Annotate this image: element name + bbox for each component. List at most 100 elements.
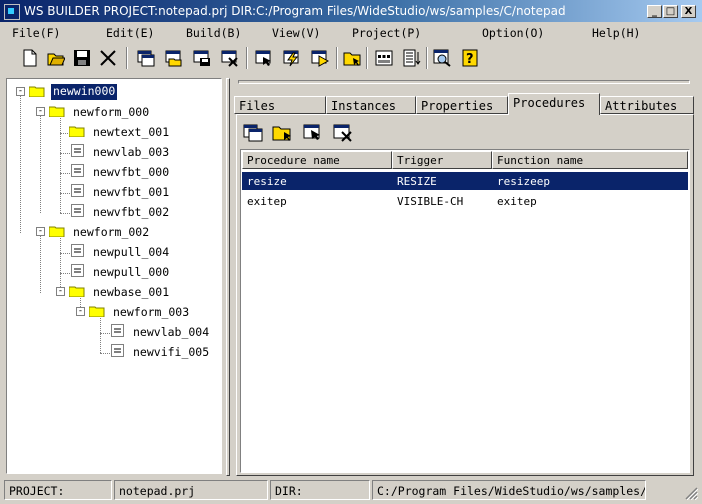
tree-connector [60,173,70,174]
column-header-procedure-name[interactable]: Procedure name [242,151,392,169]
widget-file-icon [71,264,84,277]
folder-icon [49,226,65,237]
menu-option[interactable]: Option(O) [482,26,544,40]
toolbar-separator [426,47,428,69]
tree-collapse-toggle[interactable]: - [36,107,45,116]
folder-icon [69,286,85,297]
tree-collapse-toggle[interactable]: - [16,87,25,96]
run-icon[interactable] [308,46,332,70]
toolbar-separator [126,47,128,69]
column-header-trigger[interactable]: Trigger [392,151,492,169]
tree-connector [60,273,70,274]
tree-connector [60,253,70,254]
function-name-cell: resizeep [497,175,550,188]
tree-node-label: newform_000 [73,105,150,119]
tree-connector [60,193,70,194]
edit-procedure-icon[interactable] [302,122,326,144]
folder-icon [49,106,65,117]
save-window-icon[interactable] [190,46,214,70]
tree-collapse-toggle[interactable]: - [56,287,65,296]
tree-connector [100,333,110,334]
tree-node-label: newvlab_003 [93,145,170,159]
folder-icon [89,306,105,317]
menu-file[interactable]: File(F) [12,26,60,40]
window-title: WS BUILDER PROJECT:notepad.prj DIR:C:/Pr… [24,4,566,18]
widget-file-icon [111,344,124,357]
tree-connector [60,113,61,213]
widget-file-icon [71,204,84,217]
open-procedure-icon[interactable] [272,122,296,144]
column-header-function-name[interactable]: Function name [492,151,688,169]
delete-window-icon[interactable] [218,46,242,70]
tree-connector [100,353,110,354]
menu-help[interactable]: Help(H) [592,26,640,40]
tree-node-label: newvfbt_001 [93,185,170,199]
widget-file-icon [111,324,124,337]
tree-connector [60,213,70,214]
procedure-name-cell: exitep [247,195,287,208]
delete-procedure-icon[interactable] [332,122,356,144]
tree-connector [20,93,21,233]
tab-instances[interactable]: Instances [326,96,416,114]
tree-node-label: newbase_001 [93,285,170,299]
close-button[interactable]: X [681,5,696,18]
tree-node-label: newform_003 [113,305,190,319]
menu-edit[interactable]: Edit(E) [106,26,154,40]
preview-icon[interactable] [430,46,454,70]
menu-build[interactable]: Build(B) [186,26,241,40]
tree-node-label: newvlab_004 [133,325,210,339]
tree-collapse-toggle[interactable]: - [36,227,45,236]
minimize-button[interactable]: _ [647,5,662,18]
svg-text:?: ? [466,52,474,67]
new-file-icon[interactable] [18,46,42,70]
tab-procedures[interactable]: Procedures [508,93,600,115]
toolbar-separator [366,47,368,69]
table-row[interactable]: exitep VISIBLE-CH exitep [242,192,688,210]
open-project-icon[interactable] [340,46,364,70]
tree-connector [60,233,61,293]
dialog-icon[interactable] [372,46,396,70]
tree-node-label: newtext_001 [93,125,170,139]
widget-file-icon [71,184,84,197]
list-icon[interactable] [400,46,424,70]
function-name-cell: exitep [497,195,537,208]
app-logo-icon[interactable] [4,4,20,20]
tree-node-label: newwin000 [51,84,118,100]
save-disk-icon[interactable] [70,46,94,70]
open-window-icon[interactable] [162,46,186,70]
new-procedure-icon[interactable] [242,122,266,144]
table-row[interactable]: resize RESIZE resizeep [242,172,688,190]
cut-icon[interactable] [96,46,120,70]
tree-connector [60,153,70,154]
pane-resize-groove[interactable] [238,80,690,84]
tab-attributes[interactable]: Attributes [600,96,694,114]
panel-splitter[interactable] [226,78,230,476]
menu-project[interactable]: Project(P) [352,26,421,40]
folder-icon [69,126,85,137]
tree-connector [40,233,41,293]
resize-grip-icon[interactable] [684,486,699,501]
trigger-cell: VISIBLE-CH [397,195,464,208]
trigger-cell: RESIZE [397,175,437,188]
tree-node-label: newvfbt_002 [93,205,170,219]
open-folder-icon[interactable] [44,46,68,70]
build-icon[interactable] [280,46,304,70]
widget-tree[interactable]: - - - - - newwin000 newform_000 newtext_… [6,78,222,474]
title-bar: WS BUILDER PROJECT:notepad.prj DIR:C:/Pr… [0,0,702,22]
maximize-button[interactable]: □ [663,5,678,18]
tree-connector [40,113,41,213]
widget-file-icon [71,244,84,257]
tab-properties[interactable]: Properties [416,96,508,114]
tree-collapse-toggle[interactable]: - [76,307,85,316]
tab-files[interactable]: Files [234,96,326,114]
help-icon[interactable]: ? [458,46,482,70]
status-project-label: PROJECT: [4,480,112,500]
tree-node-label: newvfbt_000 [93,165,170,179]
menu-bar: File(F) Edit(E) Build(B) View(V) Project… [0,22,702,42]
folder-icon [29,86,45,97]
procedures-list[interactable]: Procedure name Trigger Function name res… [240,149,690,473]
toolbar-separator [246,47,248,69]
menu-view[interactable]: View(V) [272,26,320,40]
select-icon[interactable] [252,46,276,70]
new-window-icon[interactable] [134,46,158,70]
